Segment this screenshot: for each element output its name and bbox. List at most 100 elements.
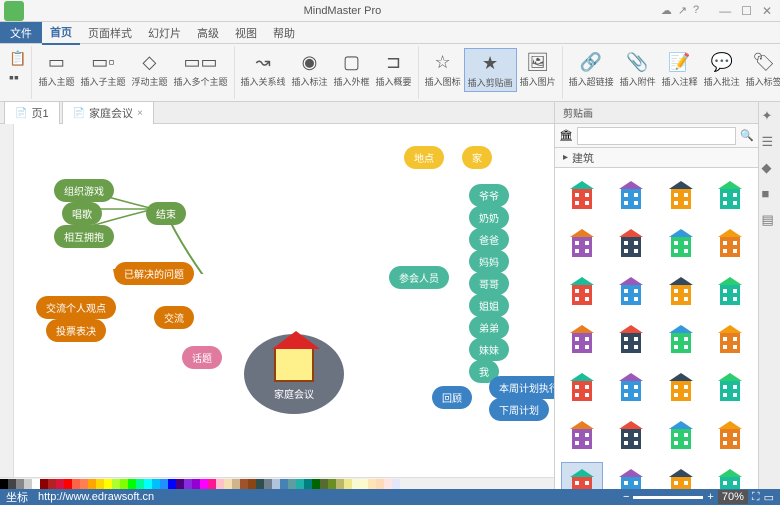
node-discuss-0[interactable]: 交流个人观点	[36, 296, 116, 319]
color-swatch[interactable]	[0, 479, 8, 489]
color-swatch[interactable]	[392, 479, 400, 489]
color-swatch[interactable]	[336, 479, 344, 489]
color-swatch[interactable]	[360, 479, 368, 489]
node-end-1[interactable]: 唱歌	[62, 202, 102, 225]
zoom-slider[interactable]	[633, 496, 703, 499]
ribbon-link-button[interactable]: 🔗插入超链接	[566, 48, 617, 90]
node-location[interactable]: 地点	[404, 146, 444, 169]
color-swatch[interactable]	[48, 479, 56, 489]
color-swatch[interactable]	[160, 479, 168, 489]
zoom-out-button[interactable]: −	[623, 491, 629, 503]
clipart-building-14[interactable]	[660, 318, 702, 360]
color-swatch[interactable]	[232, 479, 240, 489]
color-swatch[interactable]	[320, 479, 328, 489]
tab-pointer-icon[interactable]: ✦	[762, 108, 778, 124]
ribbon-attach-button[interactable]: 📎插入附件	[617, 48, 659, 90]
color-swatch[interactable]	[312, 479, 320, 489]
search-icon[interactable]: 🔍	[740, 129, 754, 142]
close-icon[interactable]: ×	[137, 108, 143, 119]
cloud-icon[interactable]: ☁	[661, 4, 672, 17]
color-swatch[interactable]	[152, 479, 160, 489]
clipart-building-23[interactable]	[709, 414, 751, 456]
library-icon[interactable]: 🏛	[559, 129, 573, 142]
clipart-building-15[interactable]	[709, 318, 751, 360]
tab-task-icon[interactable]: ▤	[762, 212, 778, 228]
ribbon-summary-button[interactable]: ⊐插入概要	[373, 48, 415, 90]
color-swatch[interactable]	[344, 479, 352, 489]
color-swatch[interactable]	[64, 479, 72, 489]
node-person-1[interactable]: 奶奶	[469, 206, 509, 229]
clipart-building-7[interactable]	[709, 222, 751, 264]
color-swatch[interactable]	[240, 479, 248, 489]
clipart-building-6[interactable]	[660, 222, 702, 264]
ribbon-multi-button[interactable]: ▭▭插入多个主题	[170, 48, 230, 90]
color-swatch[interactable]	[248, 479, 256, 489]
color-swatch[interactable]	[200, 479, 208, 489]
clipart-building-13[interactable]	[610, 318, 652, 360]
fit-icon[interactable]: ⛶	[752, 491, 760, 504]
node-person-3[interactable]: 妈妈	[469, 250, 509, 273]
node-solved[interactable]: 已解决的问题	[114, 262, 194, 285]
clipart-building-1[interactable]	[610, 174, 652, 216]
clipart-building-16[interactable]	[561, 366, 603, 408]
ribbon-boundary-button[interactable]: ▢插入外框	[331, 48, 373, 90]
color-swatch[interactable]	[272, 479, 280, 489]
menu-slideshow[interactable]: 幻灯片	[140, 22, 189, 44]
node-people[interactable]: 参会人员	[389, 266, 449, 289]
zoom-in-button[interactable]: +	[707, 491, 713, 503]
node-home[interactable]: 家	[462, 146, 492, 169]
ribbon-subtopic-button[interactable]: ▭▫插入子主题	[77, 48, 128, 90]
ribbon-comment-button[interactable]: 💬插入批注	[701, 48, 743, 90]
color-swatch[interactable]	[280, 479, 288, 489]
color-swatch[interactable]	[224, 479, 232, 489]
color-swatch[interactable]	[208, 479, 216, 489]
ribbon-relation-button[interactable]: ↝插入关系线	[238, 48, 289, 90]
clipart-building-17[interactable]	[610, 366, 652, 408]
node-review[interactable]: 回顾	[432, 386, 472, 409]
ribbon-tag-button[interactable]: 🏷插入标签	[743, 48, 780, 90]
share-icon[interactable]: ↗	[678, 4, 687, 17]
color-palette[interactable]	[0, 477, 554, 489]
clipart-building-26[interactable]	[660, 462, 702, 489]
clipart-building-10[interactable]	[660, 270, 702, 312]
ribbon-marker-button[interactable]: ☆插入图标	[422, 48, 464, 92]
color-swatch[interactable]	[56, 479, 64, 489]
color-swatch[interactable]	[184, 479, 192, 489]
color-swatch[interactable]	[144, 479, 152, 489]
ribbon-clipart-button[interactable]: ★插入剪贴画	[464, 48, 517, 92]
node-person-4[interactable]: 哥哥	[469, 272, 509, 295]
color-swatch[interactable]	[72, 479, 80, 489]
clipart-building-9[interactable]	[610, 270, 652, 312]
menu-view[interactable]: 视图	[227, 22, 265, 44]
canvas[interactable]: 家庭会议 地点家参会人员爷爷奶奶爸爸妈妈哥哥姐姐弟弟妹妹我回顾本周计划执行进度下…	[14, 124, 554, 489]
menu-help[interactable]: 帮助	[265, 22, 303, 44]
menu-pagestyle[interactable]: 页面样式	[80, 22, 140, 44]
node-topics[interactable]: 话题	[182, 346, 222, 369]
node-end-2[interactable]: 相互拥抱	[54, 225, 114, 248]
color-swatch[interactable]	[168, 479, 176, 489]
clipart-building-12[interactable]	[561, 318, 603, 360]
color-swatch[interactable]	[304, 479, 312, 489]
close-button[interactable]: ✕	[762, 4, 772, 18]
node-end-0[interactable]: 组织游戏	[54, 179, 114, 202]
color-swatch[interactable]	[256, 479, 264, 489]
color-swatch[interactable]	[120, 479, 128, 489]
maximize-button[interactable]: ☐	[741, 4, 752, 18]
tab-list-icon[interactable]: ☰	[762, 134, 778, 150]
menu-advanced[interactable]: 高级	[189, 22, 227, 44]
node-person-6[interactable]: 弟弟	[469, 316, 509, 339]
clipart-building-22[interactable]	[660, 414, 702, 456]
menu-home[interactable]: 首页	[42, 21, 80, 45]
color-swatch[interactable]	[288, 479, 296, 489]
node-person-7[interactable]: 妹妹	[469, 338, 509, 361]
tab-square-icon[interactable]: ■	[762, 186, 778, 202]
clipart-building-20[interactable]	[561, 414, 603, 456]
clipart-building-4[interactable]	[561, 222, 603, 264]
paste-icon[interactable]: ▪▪	[9, 69, 19, 85]
ribbon-topic-button[interactable]: ▭插入主题	[35, 48, 77, 90]
help-icon[interactable]: ?	[693, 4, 699, 17]
file-menu[interactable]: 文件	[0, 22, 42, 43]
color-swatch[interactable]	[96, 479, 104, 489]
clipart-building-19[interactable]	[709, 366, 751, 408]
clipart-building-21[interactable]	[610, 414, 652, 456]
